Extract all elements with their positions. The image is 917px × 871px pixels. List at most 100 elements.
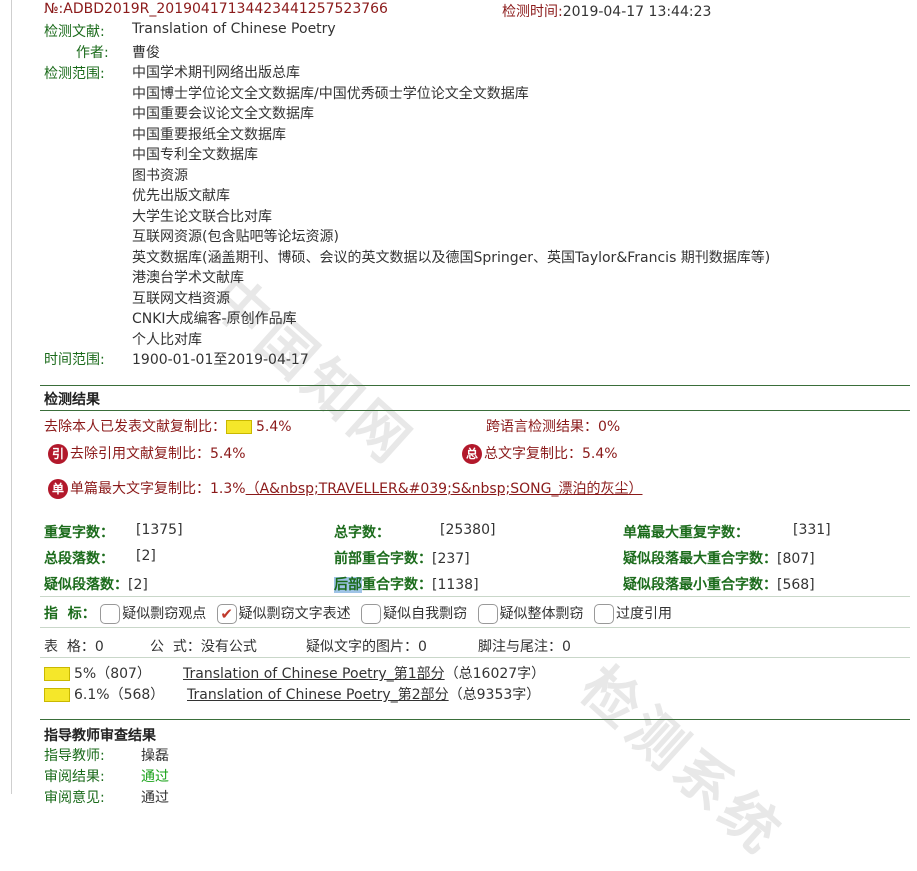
part-title-link[interactable]: Translation of Chinese Poetry_第2部分 xyxy=(187,687,449,703)
part-link-row: Translation of Chinese Poetry_第1部分（总1602… xyxy=(183,663,545,683)
front-overlap-label: 前部重合字数： xyxy=(334,551,432,567)
indicator-self-plagiarism[interactable]: 疑似自我剽窃 xyxy=(361,604,468,624)
yellow-bar-icon xyxy=(44,688,70,702)
database-list: 中国学术期刊网络出版总库 中国博士学位论文全文数据库/中国优秀硕士学位论文全文数… xyxy=(132,63,770,350)
cross-language-result: 跨语言检测结果：0% xyxy=(486,419,621,435)
susp-paras-value: [2] xyxy=(128,577,148,593)
part-pct: 5%（807） xyxy=(74,666,151,682)
indicator-whole-plagiarism[interactable]: 疑似整体剽窃 xyxy=(477,604,584,624)
self-excluded-ratio: 去除本人已发表文献复制比： 5.4% xyxy=(44,416,292,436)
indicators-label: 指 标： xyxy=(44,606,96,622)
indicator-label: 疑似剽窃文字表述 xyxy=(238,606,351,622)
cite-badge-icon: 引 xyxy=(48,444,68,464)
author-value: 曹俊 xyxy=(132,45,160,61)
cite-excluded-value: 5.4% xyxy=(210,446,246,462)
indicator-opinion[interactable]: 疑似剽窃观点 xyxy=(100,604,207,624)
total-ratio-value: 5.4% xyxy=(582,446,618,462)
single-source-link[interactable]: （A&nbsp;TRAVELLER&#039;S&nbsp;SONG_漂泊的灰尘… xyxy=(246,481,643,497)
repeat-chars-value: [1375] xyxy=(136,522,183,538)
database-item: CNKI大成编客-原创作品库 xyxy=(132,311,297,327)
total-paras-label: 总段落数： xyxy=(44,551,114,567)
database-item: 中国重要报纸全文数据库 xyxy=(132,126,286,143)
database-item: 英文数据库(涵盖期刊、博硕、会议的英文数据以及德国Springer、英国Tayl… xyxy=(132,249,771,266)
part-pct: 6.1%（568） xyxy=(74,687,165,703)
watermark-system: 检测系统 xyxy=(567,654,796,869)
total-paras-value: [2] xyxy=(136,548,156,564)
database-item: 中国学术期刊网络出版总库 xyxy=(132,65,300,81)
formulas-info: 公 式：没有公式 xyxy=(150,639,257,655)
checkbox-checked-icon[interactable]: ✔ xyxy=(216,604,237,624)
single-max-repeat-label: 单篇最大重复字数： xyxy=(623,525,749,541)
back-overlap-value: [1138] xyxy=(432,577,479,593)
teacher-label: 指导教师: xyxy=(44,748,105,764)
repeat-chars-label: 重复字数： xyxy=(44,525,114,541)
yellow-bar-icon xyxy=(44,667,70,681)
part-title-link[interactable]: Translation of Chinese Poetry_第1部分 xyxy=(183,666,445,682)
database-item: 大学生论文联合比对库 xyxy=(132,208,272,225)
susp-para-min-label: 疑似段落最小重合字数： xyxy=(623,577,777,593)
checkbox-icon[interactable] xyxy=(594,604,615,624)
cite-excluded-label: 去除引用文献复制比： xyxy=(70,446,210,462)
part-row: 5%（807） xyxy=(44,663,151,683)
front-overlap-value: [237] xyxy=(432,551,470,567)
indicator-label: 疑似剽窃观点 xyxy=(122,606,207,622)
page-left-border xyxy=(11,0,12,794)
single-badge-icon: 单 xyxy=(48,479,68,499)
susp-para-min-value: [568] xyxy=(777,577,815,593)
back-overlap: 后部重合字数：[1138] xyxy=(334,574,479,594)
range-label: 检测范围: xyxy=(44,66,105,82)
time-range-value: 1900-01-01至2019-04-17 xyxy=(132,352,309,368)
part-count: （总16027字） xyxy=(444,666,546,682)
total-chars-value: [25380] xyxy=(440,522,496,538)
back-overlap-label: 重合字数： xyxy=(362,577,432,593)
indicator-label: 疑似自我剽窃 xyxy=(383,606,468,622)
database-item: 个人比对库 xyxy=(132,331,202,348)
self-excluded-value: 5.4% xyxy=(256,419,292,435)
database-item: 港澳台学术文献库 xyxy=(132,270,244,286)
checkbox-icon[interactable] xyxy=(100,604,121,624)
total-chars-label: 总字数： xyxy=(334,525,390,541)
time-range-label: 时间范围: xyxy=(44,352,105,368)
review-title: 指导教师审查结果 xyxy=(44,728,156,744)
part-link-row: Translation of Chinese Poetry_第2部分（总9353… xyxy=(187,684,540,704)
results-top-rule xyxy=(40,385,910,386)
review-opinion-label: 审阅意见: xyxy=(44,790,105,806)
indicators-row: 指 标： 疑似剽窃观点 ✔ 疑似剽窃文字表述 疑似自我剽窃 疑似整体剽窃 过度引用 xyxy=(44,603,672,624)
cite-excluded-ratio: 引去除引用文献复制比：5.4% xyxy=(48,443,246,464)
susp-paras-label: 疑似段落数： xyxy=(44,577,128,593)
susp-para-min: 疑似段落最小重合字数：[568] xyxy=(623,574,815,594)
results-title-rule xyxy=(40,410,910,411)
checkbox-icon[interactable] xyxy=(361,604,382,624)
susp-para-max-value: [807] xyxy=(777,551,815,567)
doc-title: Translation of Chinese Poetry xyxy=(132,21,336,37)
indicator-text-expression[interactable]: ✔ 疑似剽窃文字表述 xyxy=(216,604,351,624)
susp-para-max-label: 疑似段落最大重合字数： xyxy=(623,551,777,567)
report-number: №:ADBD2019R_20190417134423441257523766 xyxy=(44,1,388,17)
checkbox-icon[interactable] xyxy=(477,604,498,624)
total-ratio: 总总文字复制比：5.4% xyxy=(462,443,618,464)
author-label: 作者: xyxy=(76,45,109,61)
single-max-label: 单篇最大文字复制比： xyxy=(70,481,210,497)
report-number-text: №:ADBD2019R_20190417134423441257523766 xyxy=(44,1,388,17)
indicator-label: 过度引用 xyxy=(616,606,673,622)
review-opinion-value: 通过 xyxy=(141,790,169,806)
indicators-top-rule xyxy=(40,596,910,597)
total-badge-icon: 总 xyxy=(462,444,482,464)
footnotes-count: 脚注与尾注：0 xyxy=(478,639,571,655)
tables-count: 表 格：0 xyxy=(44,639,104,655)
yellow-bar-icon xyxy=(226,420,252,434)
back-overlap-highlight: 后部 xyxy=(334,577,362,593)
indicator-label: 疑似整体剽窃 xyxy=(499,606,584,622)
indicator-over-citation[interactable]: 过度引用 xyxy=(594,604,673,624)
teacher-value: 操磊 xyxy=(141,748,169,764)
database-item: 互联网资源(包含贴吧等论坛资源) xyxy=(132,229,339,245)
front-overlap: 前部重合字数：[237] xyxy=(334,548,470,568)
susp-paras: 疑似段落数：[2] xyxy=(44,574,148,594)
database-item: 中国重要会议论文全文数据库 xyxy=(132,106,314,122)
detect-time-value: 2019-04-17 13:44:23 xyxy=(562,4,712,20)
review-result-label: 审阅结果: xyxy=(44,769,105,785)
detect-time: 检测时间:2019-04-17 13:44:23 xyxy=(502,1,711,21)
database-item: 图书资源 xyxy=(132,167,188,184)
single-max-value: 1.3% xyxy=(210,481,246,497)
parts-top-rule xyxy=(40,657,910,658)
